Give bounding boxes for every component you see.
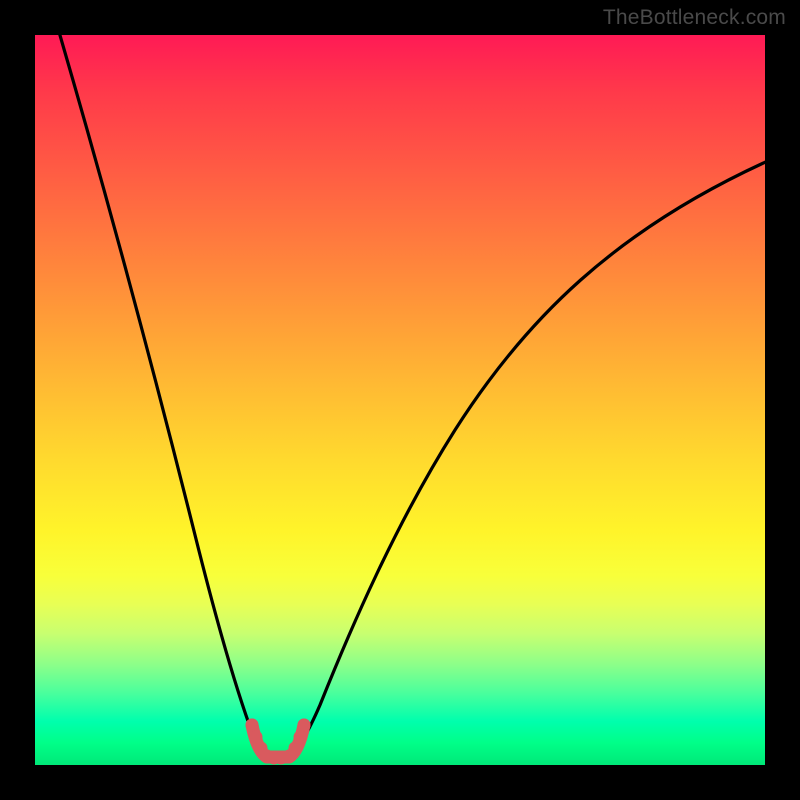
bottleneck-curve-right — [290, 160, 765, 755]
chart-frame: TheBottleneck.com — [0, 0, 800, 800]
gradient-plot-area — [35, 35, 765, 765]
bottleneck-curve-left — [57, 35, 265, 755]
curve-layer — [35, 35, 765, 765]
trough-dots — [246, 719, 311, 765]
watermark-text: TheBottleneck.com — [603, 6, 786, 30]
